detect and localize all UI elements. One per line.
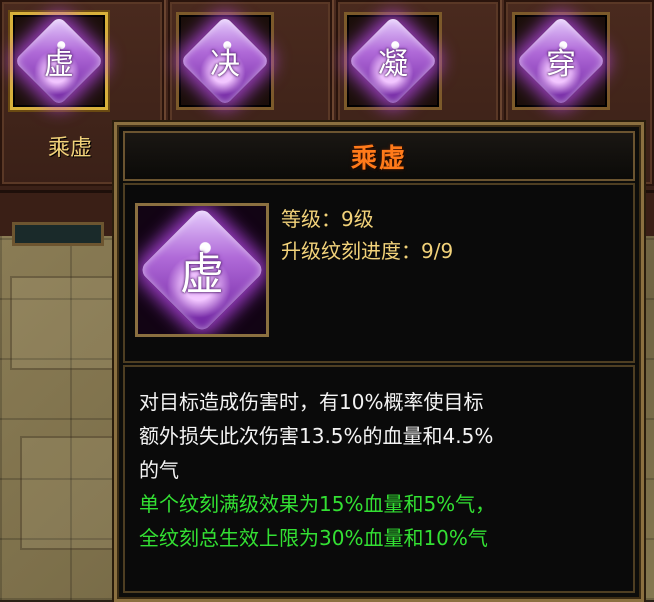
tooltip-description: 对目标造成伤害时，有10%概率使目标 额外损失此次伤害13.5%的血量和4.5%… xyxy=(123,365,635,593)
description-line: 对目标造成伤害时，有10%概率使目标 xyxy=(139,390,484,414)
description-line: 的气 xyxy=(139,458,179,482)
rune-gem-icon: 凝 xyxy=(347,15,439,107)
progress-label: 升级纹刻进度： xyxy=(281,239,421,263)
skill-slot-3[interactable]: 凝 xyxy=(344,12,442,110)
skill-tooltip: 乘虚 虚 等级：9级 升级纹刻进度：9/9 对目标造成伤害时，有10%概率使目标… xyxy=(114,122,644,602)
effect-line: 全纹刻总生效上限为30%血量和10%气 xyxy=(139,526,488,550)
skill-slot-2[interactable]: 决 xyxy=(176,12,274,110)
floor-tile xyxy=(20,436,114,550)
tooltip-skill-icon: 虚 xyxy=(135,203,269,337)
progress-row: 升级纹刻进度：9/9 xyxy=(281,235,453,267)
tooltip-info-section: 虚 等级：9级 升级纹刻进度：9/9 xyxy=(123,183,635,363)
skill-name-label: 乘虚 xyxy=(47,136,92,161)
progress-value: 9/9 xyxy=(421,239,454,263)
tooltip-title: 乘虚 xyxy=(350,143,407,174)
rune-gem-icon: 穿 xyxy=(515,15,607,107)
level-row: 等级：9级 xyxy=(281,203,453,235)
lower-skill-slot[interactable] xyxy=(12,222,104,246)
level-value: 9级 xyxy=(341,207,374,231)
rune-gem-icon: 虚 xyxy=(138,206,266,334)
skill-slot-4[interactable]: 穿 xyxy=(512,12,610,110)
tooltip-stats: 等级：9级 升级纹刻进度：9/9 xyxy=(281,203,453,267)
rune-gem-icon: 虚 xyxy=(13,15,105,107)
description-line: 额外损失此次伤害13.5%的血量和4.5% xyxy=(139,424,494,448)
effect-line: 单个纹刻满级效果为15%血量和5%气， xyxy=(139,492,496,516)
rune-gem-icon: 决 xyxy=(179,15,271,107)
level-label: 等级： xyxy=(281,207,341,231)
skill-slot-1[interactable]: 虚 xyxy=(10,12,108,110)
tooltip-header: 乘虚 xyxy=(123,131,635,181)
